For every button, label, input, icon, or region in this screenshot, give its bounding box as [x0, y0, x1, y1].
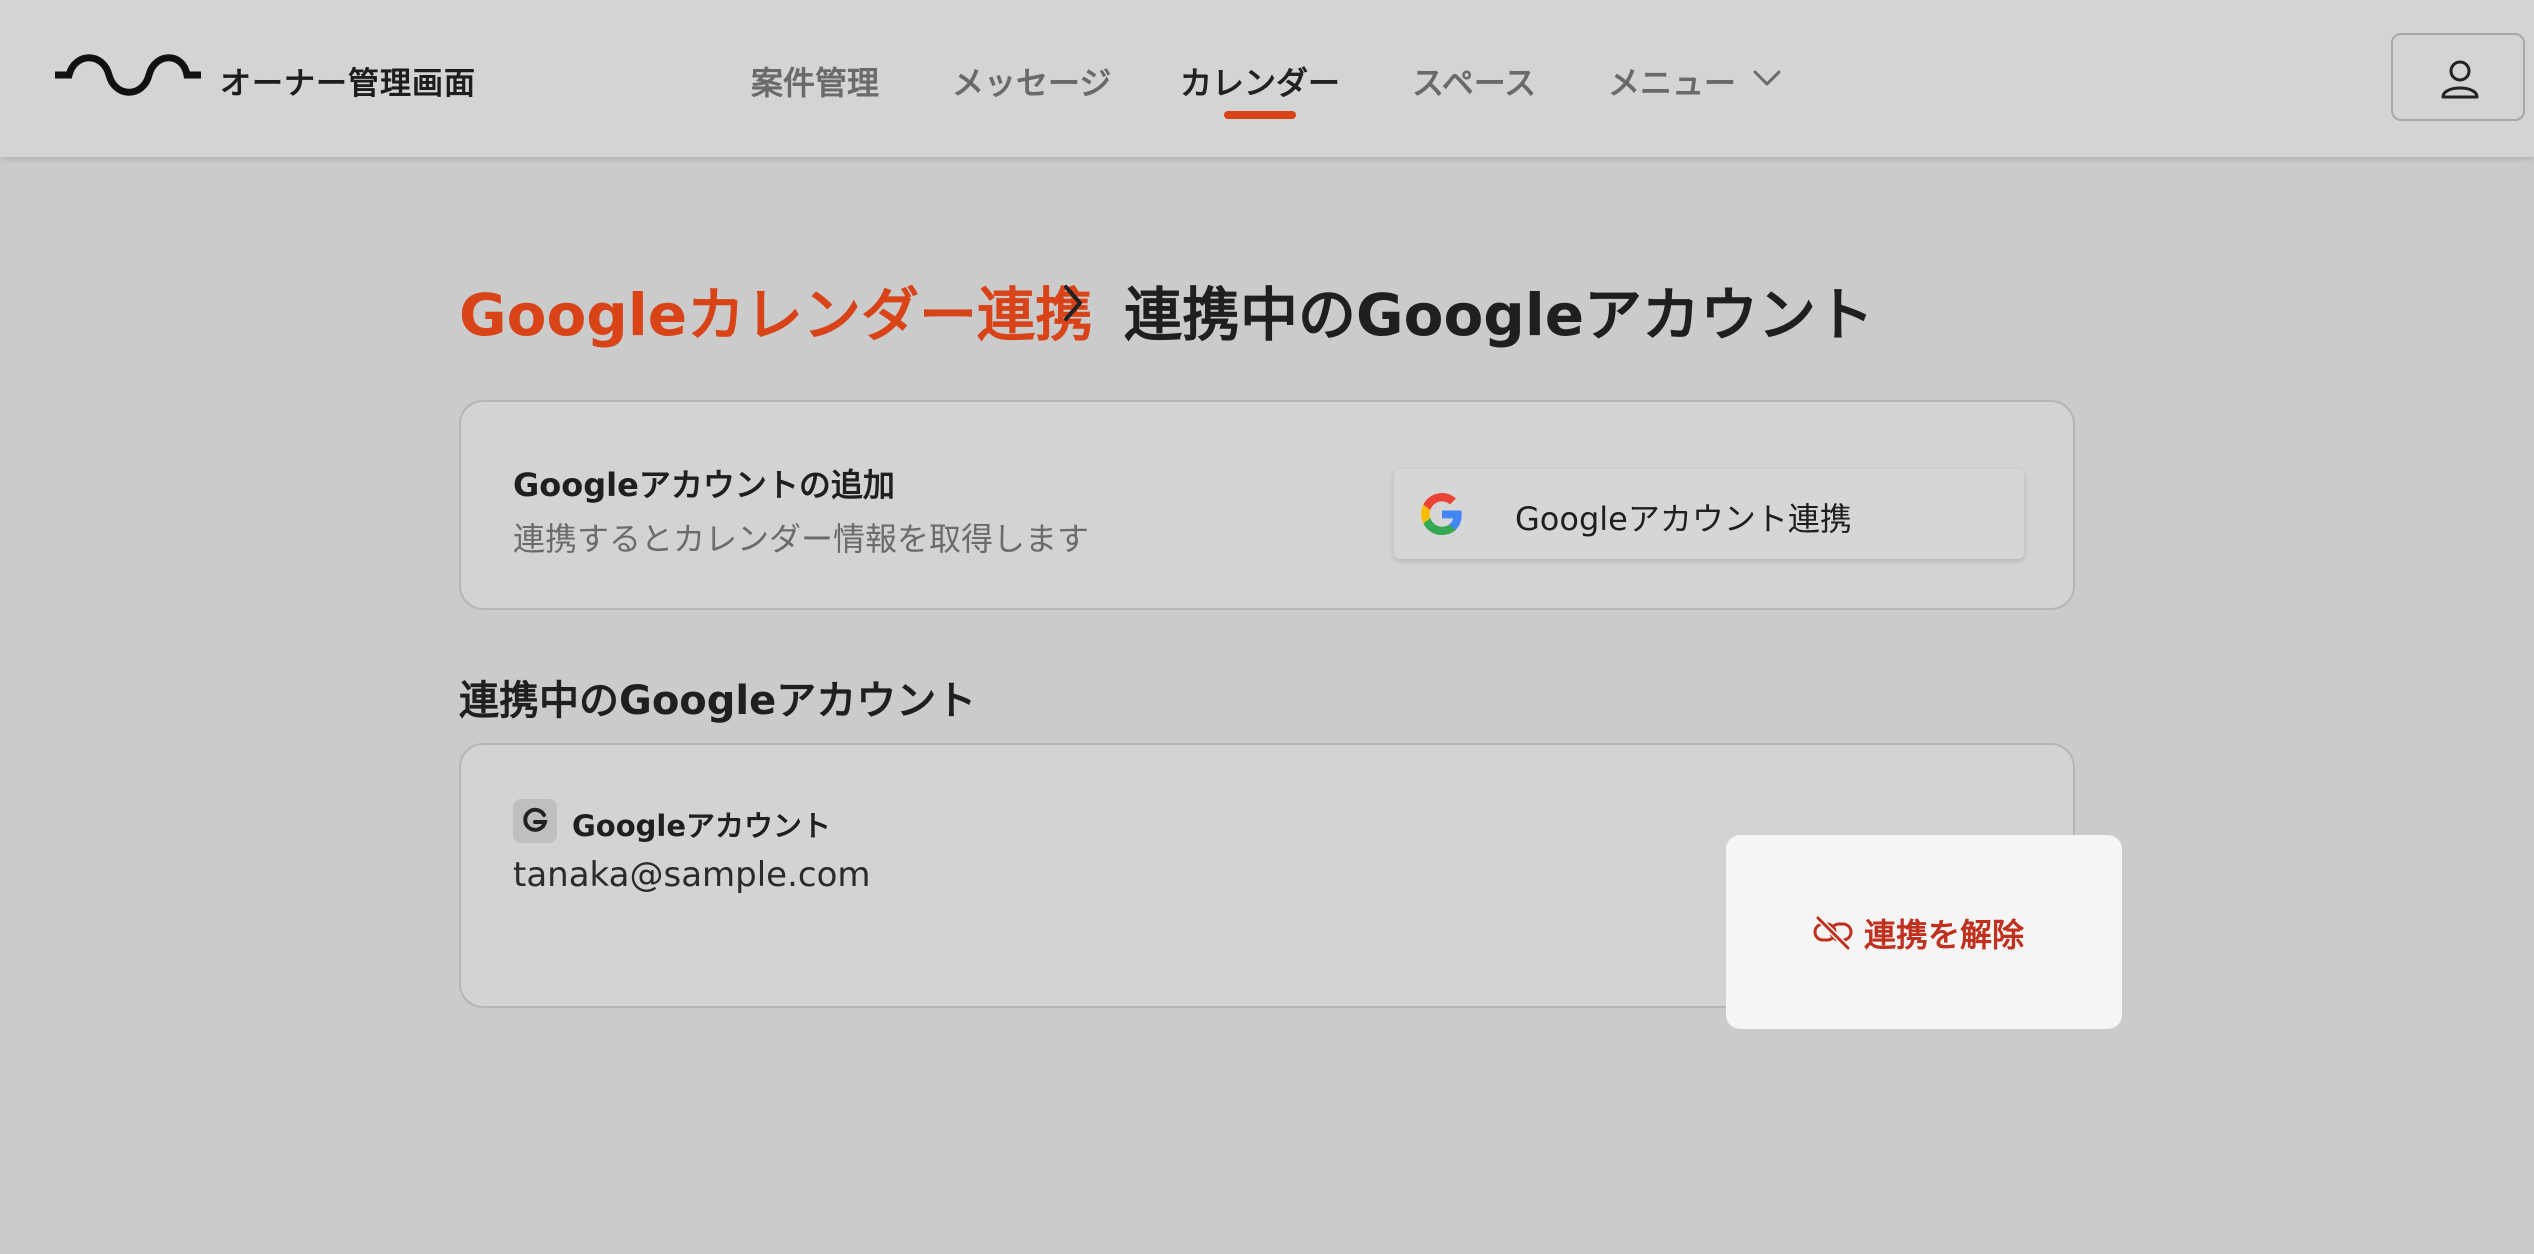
- google-connect-label: Googleアカウント連携: [1515, 500, 1852, 538]
- top-header: オーナー管理画面 案件管理 メッセージ カレンダー スペース メニュー: [0, 0, 2534, 157]
- google-connect-button[interactable]: Googleアカウント連携: [1394, 469, 2024, 559]
- linked-accounts-heading: 連携中のGoogleアカウント: [459, 678, 977, 724]
- account-email: tanaka@sample.com: [513, 855, 871, 895]
- nav-item-calendar[interactable]: カレンダー: [1180, 58, 1340, 104]
- nav-item-spaces[interactable]: スペース: [1412, 58, 1536, 104]
- breadcrumb-parent-link[interactable]: Googleカレンダー連携: [459, 268, 1093, 352]
- google-account-badge: [513, 799, 557, 843]
- add-account-description: 連携するとカレンダー情報を取得します: [513, 520, 1090, 558]
- user-icon: [2441, 60, 2479, 99]
- add-account-card: Googleアカウントの追加 連携するとカレンダー情報を取得します Google…: [459, 400, 2075, 610]
- page-title: 連携中のGoogleアカウント: [1124, 281, 1875, 349]
- unlink-icon: [1813, 916, 1853, 950]
- google-g-icon: [1421, 493, 1462, 535]
- unlink-label: 連携を解除: [1864, 916, 2025, 954]
- nav-item-messages[interactable]: メッセージ: [952, 58, 1111, 104]
- nav-item-menu[interactable]: メニュー: [1608, 58, 1736, 104]
- nav-active-indicator: [1224, 111, 1296, 119]
- google-g-icon: [523, 807, 548, 832]
- chevron-right-icon: [1064, 285, 1082, 321]
- account-type-label: Googleアカウント: [572, 809, 832, 843]
- add-account-title: Googleアカウントの追加: [513, 466, 895, 504]
- chevron-down-icon[interactable]: [1752, 68, 1782, 88]
- nav-item-projects[interactable]: 案件管理: [751, 58, 879, 104]
- user-account-button[interactable]: [2391, 33, 2525, 121]
- main-nav: 案件管理 メッセージ カレンダー スペース メニュー: [0, 58, 2534, 118]
